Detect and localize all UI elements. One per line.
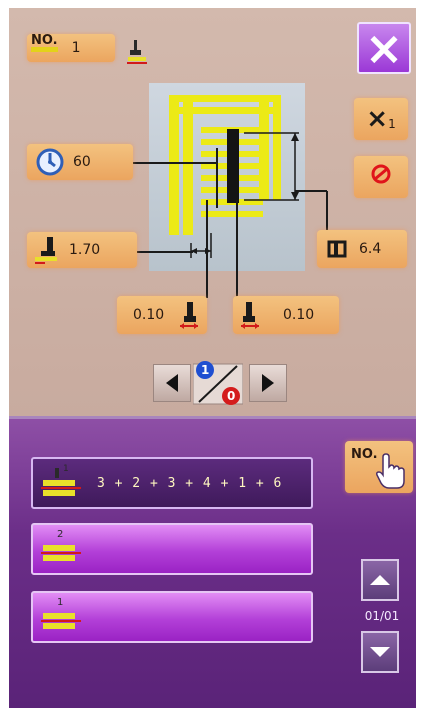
pattern-row-1[interactable]: 1	[31, 591, 313, 643]
right-arrow-icon	[262, 374, 274, 392]
pattern-list-area: 1 3 + 2 + 3 + 4 + 1 + 6 2 1 NO. 01/01	[9, 416, 416, 708]
left-needle-icon	[178, 300, 200, 330]
width-icon	[327, 240, 347, 258]
toggle-switch-button[interactable]: 1 0	[192, 358, 244, 408]
width-box[interactable]: 6.4	[317, 230, 407, 268]
speed-box[interactable]: 60	[27, 144, 133, 180]
feed-value: 1.70	[69, 242, 101, 258]
sequence-row[interactable]: 1 3 + 2 + 3 + 4 + 1 + 6	[31, 457, 313, 509]
page-down-button[interactable]	[361, 631, 399, 673]
no-value: 1	[71, 40, 81, 56]
down-arrow-icon	[370, 647, 390, 657]
parameter-area: NO. 1 × × 1 60 1.70 6.4 0.10 0.10 1 0	[9, 8, 416, 416]
prohibit-icon	[370, 163, 392, 185]
x1-symbol: ×	[366, 104, 389, 134]
x1-number: 1	[388, 117, 396, 131]
page-indicator: 01/01	[364, 609, 400, 623]
left-arrow-icon	[166, 374, 178, 392]
toggle-top-digit: 1	[201, 363, 210, 377]
pattern-number-box[interactable]: NO. 1	[27, 34, 115, 62]
sewing-mode-icon	[125, 38, 149, 66]
toggle-bottom-digit: 0	[227, 389, 236, 403]
no-label: NO.	[31, 34, 58, 52]
page-up-button[interactable]	[361, 559, 399, 601]
feed-icon	[33, 235, 63, 265]
speed-value: 60	[73, 154, 91, 170]
next-button[interactable]	[249, 364, 287, 402]
pattern-row-2[interactable]: 2	[31, 523, 313, 575]
close-icon: ×	[364, 21, 404, 75]
pattern-2-label: 2	[57, 529, 64, 540]
right-needle-icon	[239, 300, 261, 330]
pattern-icon: 1	[39, 464, 83, 502]
hand-pointer-icon	[373, 451, 409, 491]
feed-length-box[interactable]: 1.70	[27, 232, 137, 268]
pattern-icon-2: 2	[39, 529, 83, 569]
sequence-steps: 3 + 2 + 3 + 4 + 1 + 6	[97, 475, 283, 491]
close-button[interactable]: ×	[357, 22, 411, 74]
left-offset-value: 0.10	[133, 307, 165, 323]
pattern-icon-1: 1	[39, 597, 83, 637]
sewing-panel: NO. 1 × × 1 60 1.70 6.4 0.10 0.10 1 0 1 …	[9, 8, 416, 708]
up-arrow-icon	[370, 575, 390, 585]
right-offset-value: 0.10	[283, 307, 315, 323]
prev-button[interactable]	[153, 364, 191, 402]
right-offset-box[interactable]: 0.10	[233, 296, 339, 334]
stitch-diagram	[149, 83, 305, 271]
sequence-icon-label: 1	[63, 464, 69, 474]
speed-icon	[35, 147, 65, 177]
width-value: 6.4	[359, 241, 382, 257]
left-offset-box[interactable]: 0.10	[117, 296, 207, 334]
pattern-1-label: 1	[57, 597, 64, 608]
repeat-x1-button[interactable]: × 1	[354, 98, 408, 140]
prohibit-button[interactable]	[354, 156, 408, 198]
number-select-button[interactable]: NO.	[345, 441, 413, 493]
